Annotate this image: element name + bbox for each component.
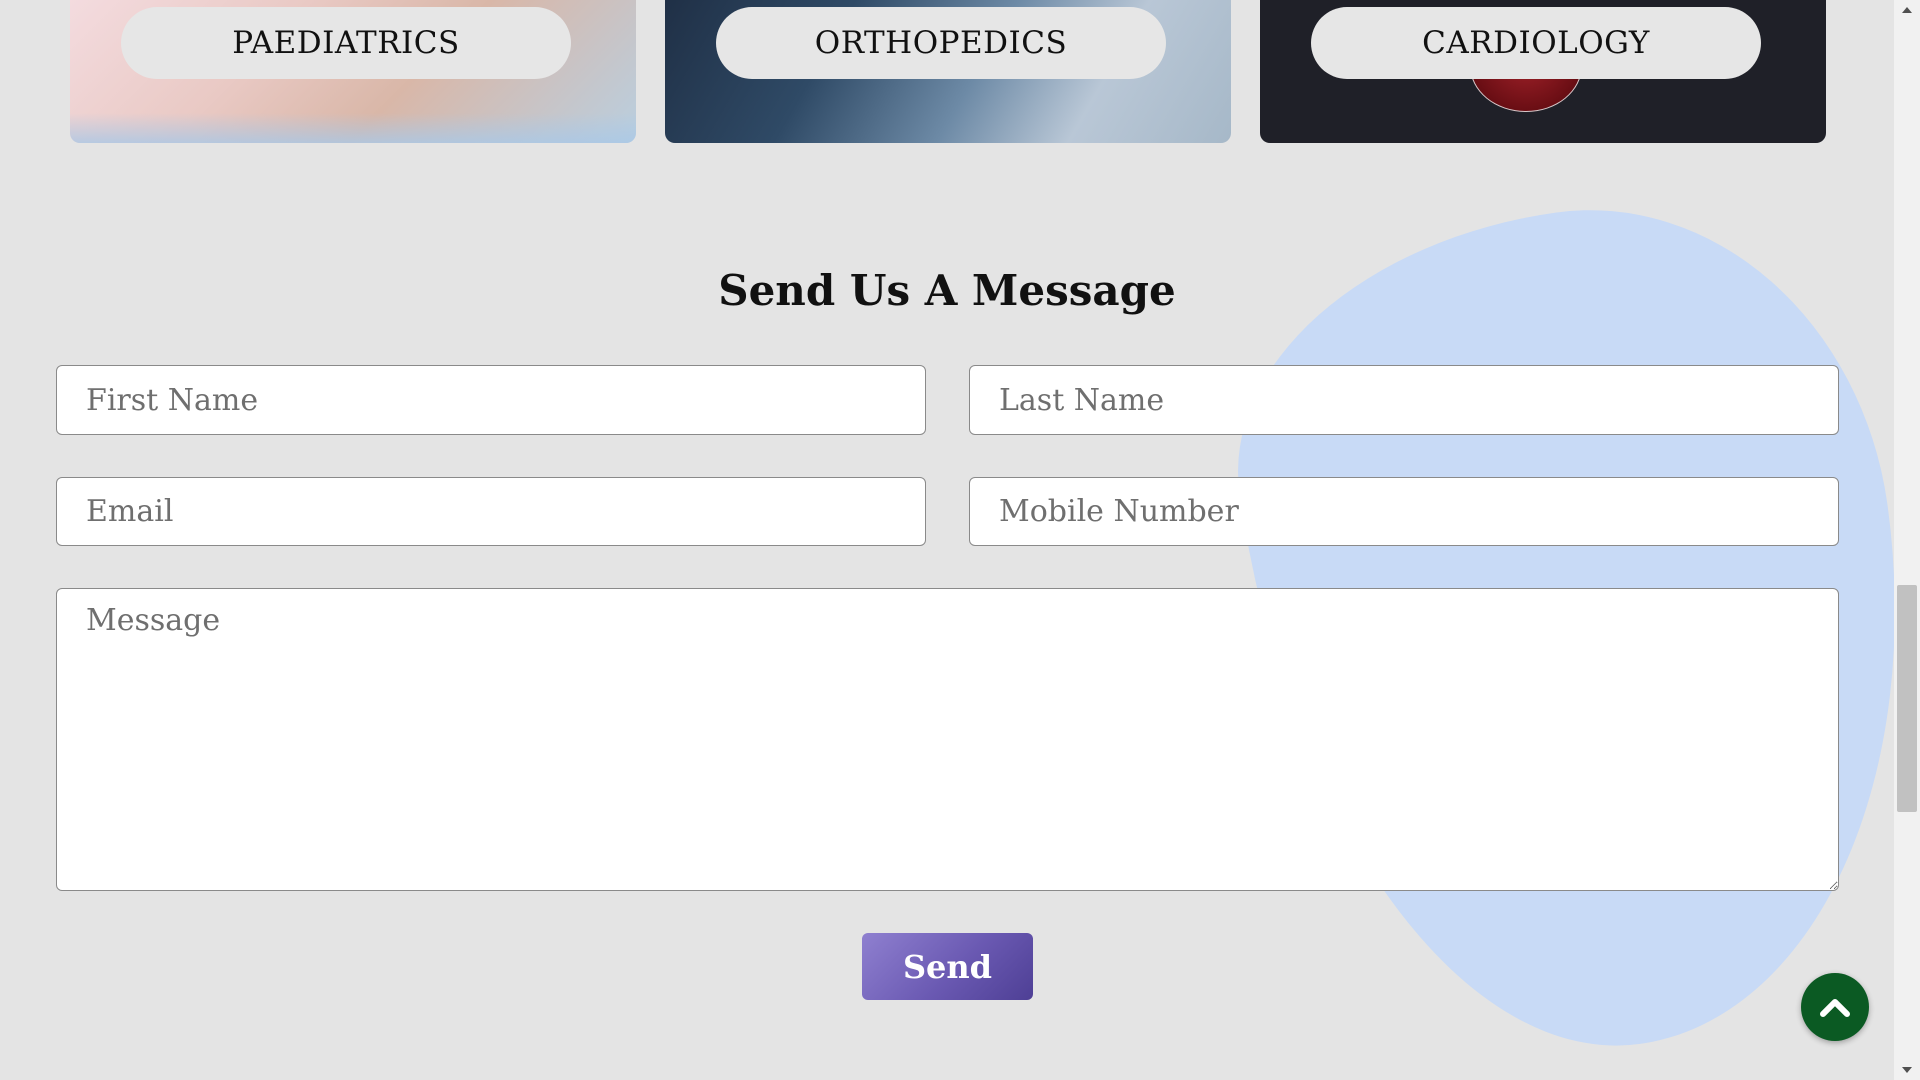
chevron-up-icon	[1820, 999, 1850, 1017]
scroll-down-arrow-icon[interactable]	[1894, 1060, 1920, 1080]
vertical-scrollbar[interactable]	[1894, 0, 1920, 1080]
card-image-paediatrics	[70, 113, 636, 143]
message-textarea[interactable]	[56, 588, 1839, 891]
email-input[interactable]	[56, 477, 926, 546]
department-label: ORTHOPEDICS	[716, 7, 1166, 79]
first-name-input[interactable]	[56, 365, 926, 435]
scroll-up-arrow-icon[interactable]	[1894, 0, 1920, 20]
page: PAEDIATRICS ORTHOPEDICS CARDIOLOGY Send …	[0, 0, 1920, 1080]
department-cards: PAEDIATRICS ORTHOPEDICS CARDIOLOGY	[70, 0, 1827, 143]
department-label: PAEDIATRICS	[121, 7, 571, 79]
department-label: CARDIOLOGY	[1311, 7, 1761, 79]
department-card-paediatrics[interactable]: PAEDIATRICS	[70, 0, 636, 143]
mobile-number-input[interactable]	[969, 477, 1839, 546]
form-title: Send Us A Message	[718, 266, 1176, 315]
scrollbar-thumb[interactable]	[1897, 585, 1917, 812]
send-button[interactable]: Send	[862, 933, 1033, 1000]
department-card-cardiology[interactable]: CARDIOLOGY	[1260, 0, 1826, 143]
scroll-to-top-button[interactable]	[1801, 973, 1869, 1041]
last-name-input[interactable]	[969, 365, 1839, 435]
department-card-orthopedics[interactable]: ORTHOPEDICS	[665, 0, 1231, 143]
